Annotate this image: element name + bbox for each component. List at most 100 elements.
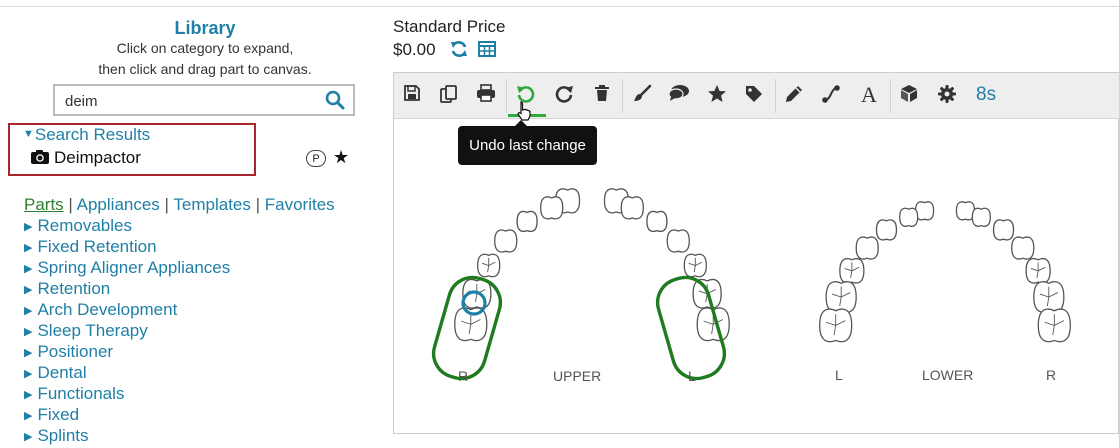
- tooth: [516, 210, 538, 233]
- cube-icon[interactable]: [898, 84, 920, 106]
- gear-icon[interactable]: [936, 84, 958, 106]
- category-list: ▶ Removables ▶ Fixed Retention ▶ Spring Ali…: [24, 215, 230, 446]
- comment-icon[interactable]: [668, 84, 690, 106]
- star-icon[interactable]: ★: [333, 147, 349, 168]
- search-results-label: Search Results: [34, 125, 151, 144]
- category-label: Spring Aligner Appliances: [37, 258, 231, 277]
- lower-arch-label: LOWER: [922, 367, 974, 383]
- category-label: Fixed: [37, 405, 80, 424]
- dental-arch-diagram[interactable]: [394, 120, 1118, 432]
- search-results-header[interactable]: ▼Search Results: [23, 125, 150, 145]
- tab-parts[interactable]: Parts: [24, 195, 64, 214]
- category-label: Removables: [37, 216, 132, 235]
- category-item[interactable]: ▶ Spring Aligner Appliances: [24, 257, 230, 278]
- category-label: Arch Development: [37, 300, 178, 319]
- category-label: Retention: [37, 279, 111, 298]
- tooth: [666, 229, 690, 253]
- library-title: Library: [174, 18, 236, 38]
- upper-arch-label: UPPER: [553, 368, 602, 384]
- tab-templates[interactable]: Templates: [173, 195, 250, 214]
- lower-left-label: L: [835, 367, 843, 383]
- caret-right-icon: ▶: [24, 347, 33, 359]
- tooth: [494, 229, 518, 253]
- library-instruction-1: Click on category to expand,: [116, 40, 294, 56]
- tooth: [855, 236, 879, 260]
- refresh-icon[interactable]: [450, 40, 468, 63]
- result-item-deimpactor[interactable]: Deimpactor: [30, 148, 141, 168]
- category-item[interactable]: ▶ Retention: [24, 278, 230, 299]
- connector-icon[interactable]: [820, 84, 842, 106]
- category-item[interactable]: ▶ Positioner: [24, 341, 230, 362]
- p-badge: P: [306, 150, 326, 167]
- hand-cursor-icon: [517, 101, 531, 121]
- caret-down-icon: ▼: [23, 128, 34, 140]
- price-value: $0.00: [393, 40, 436, 59]
- tag-icon[interactable]: [743, 84, 765, 106]
- top-divider: [0, 6, 1119, 7]
- timer-label[interactable]: 8s: [976, 84, 996, 106]
- category-label: Functionals: [37, 384, 125, 403]
- category-label: Dental: [37, 363, 87, 382]
- category-label: Fixed Retention: [37, 237, 157, 256]
- category-item[interactable]: ▶ Fixed: [24, 404, 230, 425]
- brush-icon[interactable]: [631, 84, 653, 106]
- tooth: [971, 207, 991, 227]
- caret-right-icon: ▶: [24, 326, 33, 338]
- category-label: Splints: [37, 426, 89, 445]
- category-item[interactable]: ▶ Arch Development: [24, 299, 230, 320]
- caret-right-icon: ▶: [24, 431, 33, 443]
- caret-right-icon: ▶: [24, 221, 33, 233]
- tooth: [646, 210, 668, 233]
- tooth: [540, 196, 564, 220]
- text-icon[interactable]: A: [858, 84, 880, 106]
- tooth: [620, 196, 644, 220]
- search-box: [53, 84, 355, 116]
- save-icon[interactable]: [401, 84, 423, 106]
- toolbar-separator: [775, 79, 776, 113]
- toolbar-separator: [890, 79, 891, 113]
- tooth: [992, 219, 1015, 241]
- tooth: [1011, 236, 1035, 260]
- category-item[interactable]: ▶ Splints: [24, 425, 230, 446]
- category-label: Sleep Therapy: [37, 321, 148, 340]
- print-icon[interactable]: [475, 84, 497, 106]
- category-item[interactable]: ▶ Removables: [24, 215, 230, 236]
- caret-right-icon: ▶: [24, 368, 33, 380]
- caret-right-icon: ▶: [24, 389, 33, 401]
- upper-right-label: R: [458, 368, 469, 384]
- category-item[interactable]: ▶ Dental: [24, 362, 230, 383]
- result-item-label: Deimpactor: [54, 148, 141, 167]
- tab-appliances[interactable]: Appliances: [77, 195, 160, 214]
- pencil-icon[interactable]: [783, 84, 805, 106]
- caret-right-icon: ▶: [24, 305, 33, 317]
- search-input[interactable]: [65, 91, 315, 111]
- tab-separator: |: [68, 195, 73, 214]
- toolbar-separator: [622, 79, 623, 113]
- category-item[interactable]: ▶ Functionals: [24, 383, 230, 404]
- camera-icon: [31, 150, 49, 164]
- table-icon[interactable]: [478, 41, 497, 62]
- category-label: Positioner: [37, 342, 114, 361]
- caret-right-icon: ▶: [24, 242, 33, 254]
- lower-right-label: R: [1046, 367, 1057, 383]
- tooth: [875, 219, 898, 241]
- canvas-toolbar: A: [394, 73, 1119, 119]
- trash-icon[interactable]: [591, 84, 613, 106]
- tab-separator: |: [255, 195, 261, 214]
- category-item[interactable]: ▶ Fixed Retention: [24, 236, 230, 257]
- price-label: Standard Price: [393, 17, 506, 36]
- star-icon[interactable]: [706, 84, 728, 106]
- category-item[interactable]: ▶ Sleep Therapy: [24, 320, 230, 341]
- tab-favorites[interactable]: Favorites: [265, 195, 335, 214]
- redo-icon[interactable]: [553, 84, 575, 106]
- caret-right-icon: ▶: [24, 263, 33, 275]
- caret-right-icon: ▶: [24, 284, 33, 296]
- toolbar-separator: [506, 79, 507, 113]
- library-instruction-2: then click and drag part to canvas.: [98, 61, 312, 77]
- undo-tooltip: Undo last change: [458, 120, 597, 165]
- library-tabs: Parts | Appliances | Templates | Favorit…: [24, 195, 335, 215]
- copy-icon[interactable]: [438, 84, 460, 106]
- search-icon[interactable]: [325, 90, 347, 112]
- tab-separator: |: [164, 195, 169, 214]
- upper-left-label: L: [688, 368, 696, 384]
